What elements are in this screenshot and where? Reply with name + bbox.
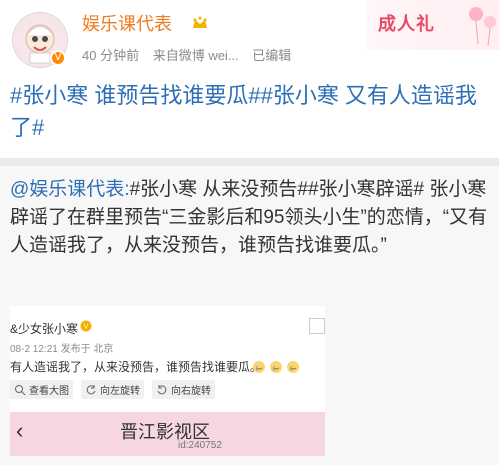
crown-icon — [193, 16, 207, 28]
embedded-screenshot[interactable]: &少女张小寒 V 08-2 12:21 发布于 北京 有人造谣我了，从来没预告，… — [10, 306, 325, 456]
event-badge[interactable]: 成人礼 — [366, 0, 499, 50]
embedded-body: 有人造谣我了，从来没预告，谁预告找谁要瓜。 — [10, 360, 263, 374]
rotate-left-label: 向左旋转 — [100, 386, 140, 397]
rotate-left-button[interactable]: 向左旋转 — [81, 380, 144, 399]
edited-label[interactable]: 已编辑 — [252, 48, 291, 63]
post-time: 40 分钟前 — [82, 48, 140, 63]
zoom-icon — [15, 384, 26, 395]
embedded-id: id:240752 — [178, 440, 222, 451]
embedded-id-text: id:240752 — [178, 440, 222, 451]
post-header: V 娱乐课代表 40 分钟前 来自微博 wei... 已编辑 成人礼 — [0, 0, 499, 80]
vip-icon: V — [80, 320, 92, 332]
view-large-label: 查看大图 — [29, 386, 69, 397]
embedded-header-bar: ‹ 晋江影视区 id:240752 — [10, 412, 325, 456]
post-meta: 40 分钟前 来自微博 wei... 已编辑 — [82, 47, 301, 65]
view-large-button[interactable]: 查看大图 — [10, 380, 73, 399]
repost-author[interactable]: @娱乐课代表: — [10, 179, 130, 200]
rotate-right-icon — [157, 384, 167, 394]
embedded-username: &少女张小寒 — [10, 322, 79, 336]
embedded-toolbar: 查看大图 向左旋转 向右旋转 — [10, 380, 215, 399]
checkbox-icon — [309, 318, 325, 334]
section-divider — [0, 158, 499, 166]
badge-text: 成人礼 — [378, 14, 435, 34]
post-source[interactable]: 来自微博 wei... — [153, 48, 239, 63]
username[interactable]: 娱乐课代表 — [82, 12, 172, 36]
back-chevron-icon: ‹ — [16, 418, 24, 443]
verified-badge: V — [50, 50, 66, 66]
repost-card[interactable]: @娱乐课代表:#张小寒 从来没预告##张小寒辟谣# 张小寒辟谣了在群里预告“三金… — [0, 166, 499, 465]
embedded-meta: 08-2 12:21 发布于 北京 — [10, 344, 114, 355]
rotate-right-label: 向右旋转 — [171, 386, 211, 397]
svg-text:V: V — [84, 324, 89, 331]
rotate-left-icon — [86, 384, 96, 394]
post-title[interactable]: #张小寒 谁预告找谁要瓜##张小寒 又有人造谣我了# — [10, 80, 490, 144]
rotate-right-button[interactable]: 向右旋转 — [152, 380, 215, 399]
repost-text[interactable]: @娱乐课代表:#张小寒 从来没预告##张小寒辟谣# 张小寒辟谣了在群里预告“三金… — [10, 176, 490, 260]
crying-emoji-icon — [253, 361, 299, 373]
